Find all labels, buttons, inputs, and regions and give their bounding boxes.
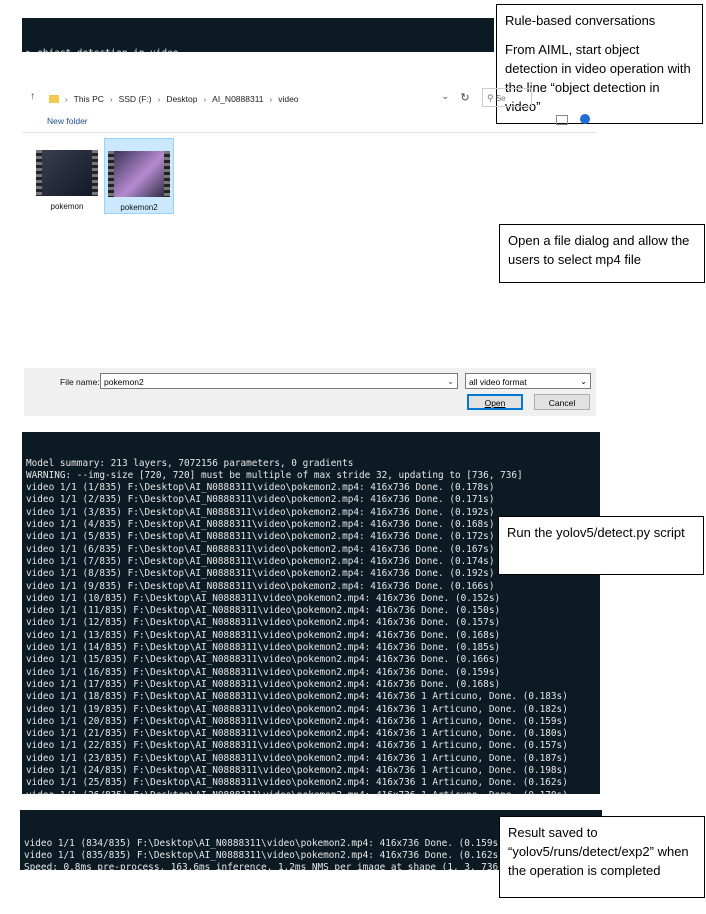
help-icon[interactable] bbox=[580, 114, 590, 124]
log-line: video 1/1 (21/835) F:\Desktop\AI_N088831… bbox=[26, 728, 568, 740]
file-item-pokemon2[interactable]: pokemon2 bbox=[104, 138, 174, 214]
log-line: video 1/1 (11/835) F:\Desktop\AI_N088831… bbox=[26, 605, 501, 617]
log-terminal: Model summary: 213 layers, 7072156 param… bbox=[22, 432, 600, 794]
file-dialog-footer: File name: pokemon2 ⌄ all video format ⌄… bbox=[24, 368, 596, 416]
log-line: video 1/1 (1/835) F:\Desktop\AI_N0888311… bbox=[26, 482, 495, 494]
file-name: pokemon2 bbox=[120, 203, 158, 212]
file-item-pokemon[interactable]: pokemon bbox=[32, 150, 102, 211]
explorer-toolbar: New folder bbox=[22, 112, 596, 133]
log-line: video 1/1 (16/835) F:\Desktop\AI_N088831… bbox=[26, 666, 501, 678]
note-result-body: Result saved to “yolov5/runs/detect/exp2… bbox=[508, 825, 689, 878]
log-line: Model summary: 213 layers, 7072156 param… bbox=[26, 457, 354, 469]
log-line: video 1/1 (24/835) F:\Desktop\AI_N088831… bbox=[26, 765, 568, 777]
breadcrumb-ai-folder[interactable]: AI_N0888311 bbox=[212, 94, 263, 104]
log-line: video 1/1 (23/835) F:\Desktop\AI_N088831… bbox=[26, 752, 568, 764]
log-line: video 1/1 (25/835) F:\Desktop\AI_N088831… bbox=[26, 777, 568, 789]
file-name-input[interactable]: pokemon2 ⌄ bbox=[100, 373, 458, 389]
log-line: video 1/1 (12/835) F:\Desktop\AI_N088831… bbox=[26, 617, 501, 629]
log-line: video 1/1 (9/835) F:\Desktop\AI_N0888311… bbox=[26, 580, 495, 592]
log-line: video 1/1 (10/835) F:\Desktop\AI_N088831… bbox=[26, 592, 501, 604]
breadcrumb: › This PC › SSD (F:) › Desktop › AI_N088… bbox=[43, 87, 299, 111]
log-line: video 1/1 (15/835) F:\Desktop\AI_N088831… bbox=[26, 654, 501, 666]
open-button[interactable]: Open bbox=[467, 394, 523, 410]
refresh-icon[interactable]: ↻ bbox=[456, 89, 474, 107]
file-name-label: File name: bbox=[60, 377, 100, 387]
address-bar: ↑ › This PC › SSD (F:) › Desktop › AI_N0… bbox=[22, 86, 596, 110]
log-line: WARNING: --img-size [720, 720] must be m… bbox=[26, 469, 523, 481]
chevron-down-icon[interactable]: ⌄ bbox=[441, 91, 449, 102]
file-type-value: all video format bbox=[469, 377, 527, 387]
search-placeholder: Se bbox=[495, 94, 506, 103]
breadcrumb-this-pc[interactable]: This PC bbox=[74, 94, 104, 104]
breadcrumb-desktop[interactable]: Desktop bbox=[166, 94, 197, 104]
search-input[interactable]: ⚲ Se bbox=[482, 88, 532, 107]
breadcrumb-video[interactable]: video bbox=[278, 94, 298, 104]
note-run-script-body: Run the yolov5/detect.py script bbox=[507, 525, 685, 540]
log-lines: Model summary: 213 layers, 7072156 param… bbox=[26, 458, 600, 794]
up-arrow-icon[interactable]: ↑ bbox=[30, 91, 35, 102]
file-name-value: pokemon2 bbox=[104, 377, 144, 387]
note-result: Result saved to “yolov5/runs/detect/exp2… bbox=[499, 816, 705, 898]
log-line: video 1/1 (2/835) F:\Desktop\AI_N0888311… bbox=[26, 494, 495, 506]
log-line: video 1/1 (17/835) F:\Desktop\AI_N088831… bbox=[26, 678, 501, 690]
command-line: > object detection in video bbox=[22, 43, 494, 52]
note-file-dialog: Open a file dialog and allow the users t… bbox=[499, 224, 705, 283]
log-line: video 1/1 (18/835) F:\Desktop\AI_N088831… bbox=[26, 691, 568, 703]
log-line: video 1/1 (19/835) F:\Desktop\AI_N088831… bbox=[26, 703, 568, 715]
chevron-down-icon[interactable]: ⌄ bbox=[580, 374, 587, 390]
log-line: video 1/1 (20/835) F:\Desktop\AI_N088831… bbox=[26, 715, 568, 727]
folder-icon bbox=[49, 95, 59, 103]
video-thumbnail bbox=[36, 150, 98, 196]
cancel-button[interactable]: Cancel bbox=[534, 394, 590, 410]
log-line: video 1/1 (14/835) F:\Desktop\AI_N088831… bbox=[26, 642, 501, 654]
search-icon: ⚲ bbox=[487, 93, 494, 103]
log-line: video 1/1 (26/835) F:\Desktop\AI_N088831… bbox=[26, 790, 600, 794]
log-line: video 1/1 (22/835) F:\Desktop\AI_N088831… bbox=[26, 740, 568, 752]
note-rule-based-title: Rule-based conversations bbox=[505, 13, 656, 28]
new-folder-button[interactable]: New folder bbox=[47, 116, 88, 126]
video-thumbnail bbox=[108, 151, 170, 197]
breadcrumb-ssd[interactable]: SSD (F:) bbox=[119, 94, 152, 104]
file-type-select[interactable]: all video format ⌄ bbox=[465, 373, 591, 389]
chevron-down-icon[interactable]: ⌄ bbox=[447, 374, 454, 390]
note-file-dialog-body: Open a file dialog and allow the users t… bbox=[508, 233, 690, 267]
view-icon[interactable] bbox=[556, 115, 568, 125]
address-box[interactable]: › This PC › SSD (F:) › Desktop › AI_N088… bbox=[42, 88, 454, 109]
command-terminal: > object detection in video bbox=[22, 18, 494, 52]
log-line: video 1/1 (13/835) F:\Desktop\AI_N088831… bbox=[26, 629, 501, 641]
note-run-script: Run the yolov5/detect.py script bbox=[498, 516, 704, 575]
file-name: pokemon bbox=[50, 202, 84, 211]
